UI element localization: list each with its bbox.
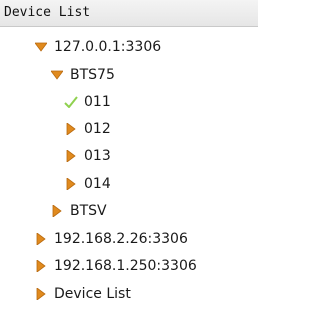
checkmark-icon [64,95,78,109]
tree-node-label: 011 [84,94,111,110]
tree-node-label: 012 [84,121,111,137]
triangle-collapsed-icon[interactable] [64,149,78,163]
tree-node-label: 013 [84,148,111,164]
tree-node-label: BTS75 [70,67,115,83]
tree-node-label: BTSV [70,203,107,219]
tree-node-011[interactable]: 011 [64,89,111,115]
tree-node-013[interactable]: 013 [64,143,111,169]
triangle-collapsed-icon[interactable] [34,259,48,273]
tree-node-bts75[interactable]: BTS75 [50,62,115,88]
triangle-collapsed-icon[interactable] [64,177,78,191]
tree-node-012[interactable]: 012 [64,116,111,142]
tree-node-label: 192.168.2.26:3306 [54,231,188,247]
triangle-collapsed-icon[interactable] [64,122,78,136]
triangle-expanded-icon[interactable] [50,68,64,82]
tree-node-014[interactable]: 014 [64,171,111,197]
tree-node-label: 192.168.1.250:3306 [54,258,197,274]
tree-node-127-0-0-1[interactable]: 127.0.0.1:3306 [34,34,161,60]
tree-node-btsv[interactable]: BTSV [50,198,107,224]
panel-header: Device List [0,0,258,27]
tree-node-192-168-2-26[interactable]: 192.168.2.26:3306 [34,226,188,252]
panel-title: Device List [4,5,91,20]
triangle-expanded-icon[interactable] [34,40,48,54]
triangle-collapsed-icon[interactable] [34,287,48,301]
tree-node-label: 127.0.0.1:3306 [54,39,162,55]
tree-node-192-168-1-250[interactable]: 192.168.1.250:3306 [34,253,197,279]
triangle-collapsed-icon[interactable] [34,232,48,246]
triangle-collapsed-icon[interactable] [50,204,64,218]
tree-node-label: 014 [84,176,111,192]
device-list-panel: Device List 127.0.0.1:3306 BTS75 011 012… [0,0,258,318]
tree-node-device-list[interactable]: Device List [34,281,131,307]
tree-node-label: Device List [54,286,131,302]
